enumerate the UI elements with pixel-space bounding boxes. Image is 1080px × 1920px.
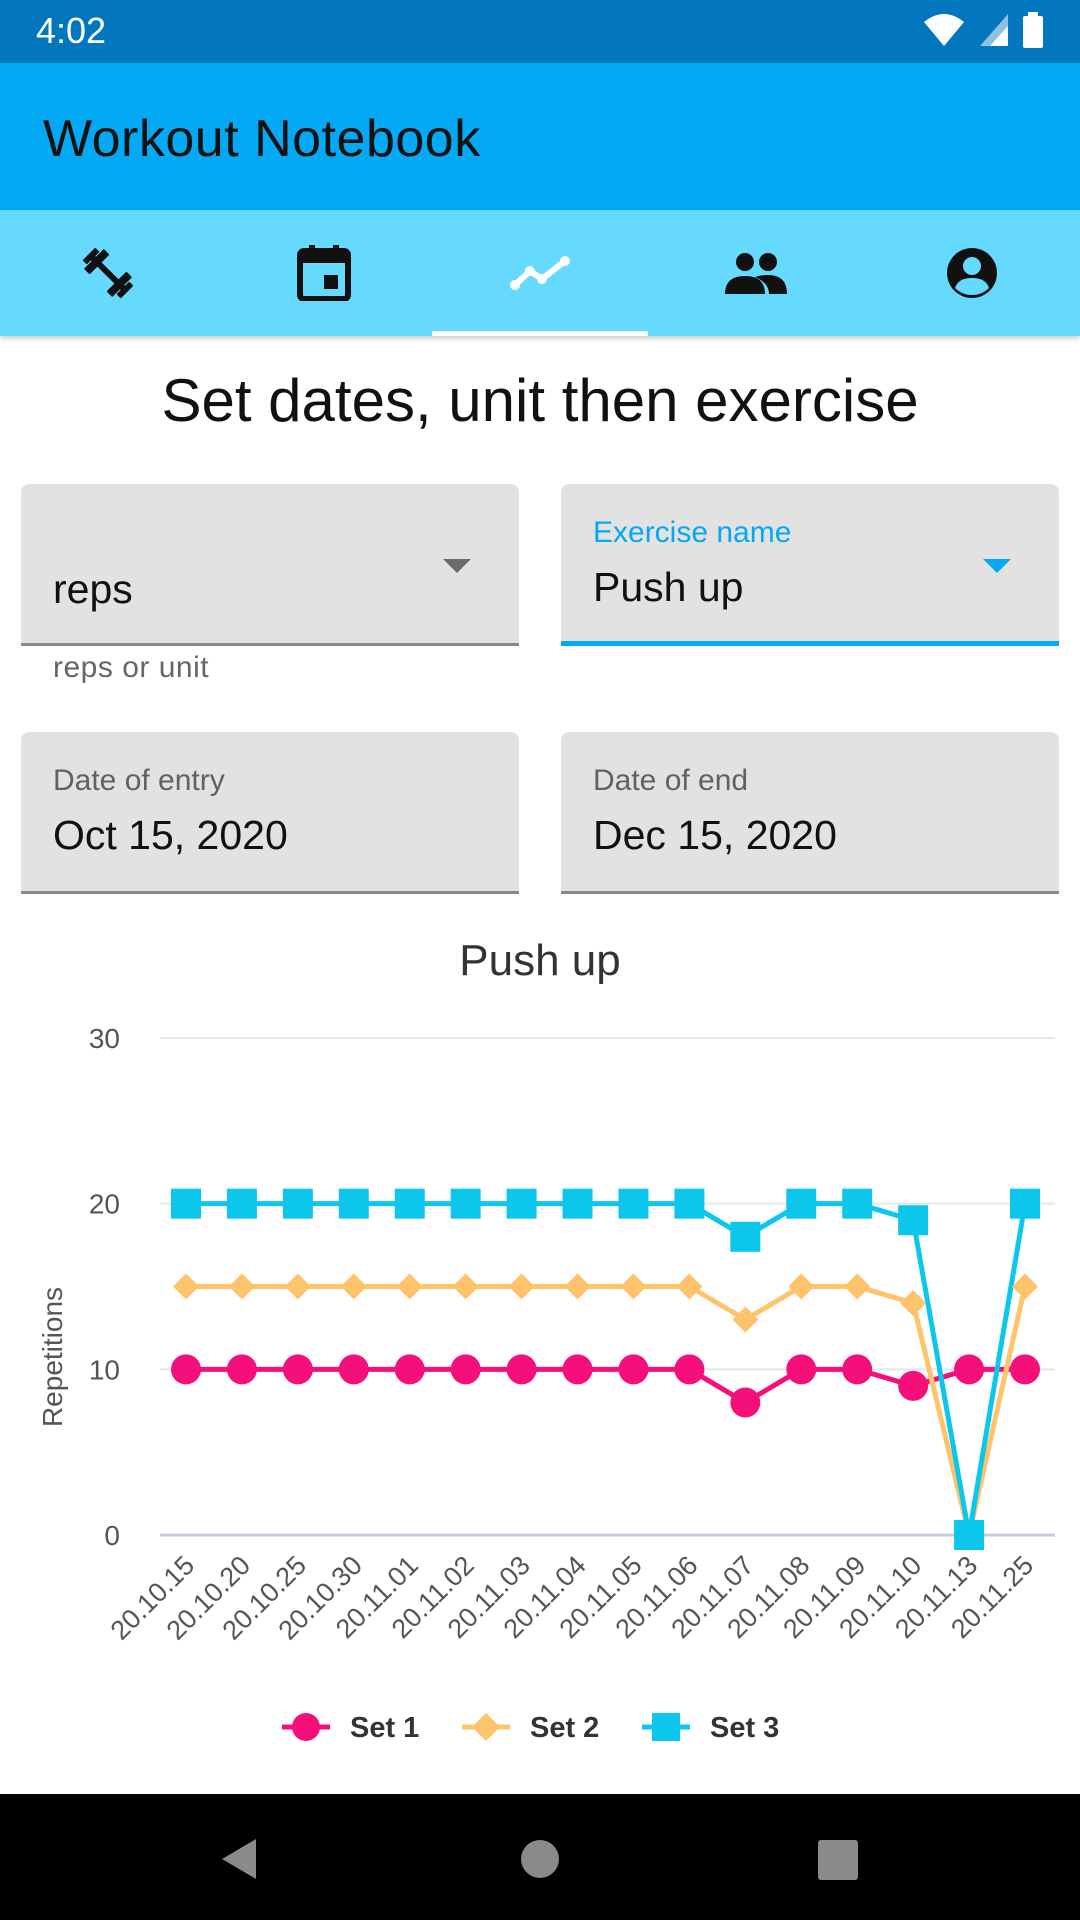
data-point-set-1 [394, 1354, 425, 1385]
data-point-set-3 [450, 1188, 481, 1219]
wifi-icon [924, 14, 964, 46]
data-point-set-1 [338, 1354, 369, 1385]
data-point-set-3 [730, 1221, 761, 1252]
legend-label-set-2: Set 2 [530, 1712, 599, 1744]
data-point-set-1 [506, 1354, 537, 1385]
people-icon [725, 253, 787, 294]
date-entry-value: Oct 15, 2020 [53, 812, 288, 858]
unit-helper-text: reps or unit [53, 651, 210, 684]
data-point-set-2 [396, 1273, 423, 1300]
trend-line-icon [510, 256, 570, 290]
data-point-set-2 [900, 1290, 927, 1317]
home-icon[interactable] [520, 1839, 560, 1879]
legend-marker-set-2 [472, 1713, 500, 1741]
data-point-set-2 [1012, 1273, 1038, 1300]
unit-value: reps [53, 566, 133, 612]
tab-calendar[interactable] [216, 210, 432, 336]
data-point-set-2 [508, 1273, 535, 1300]
exercise-value: Push up [593, 564, 744, 610]
tab-bar [0, 210, 1080, 336]
tab-profile[interactable] [864, 210, 1080, 336]
battery-icon [1023, 12, 1043, 48]
data-point-set-1 [450, 1354, 481, 1385]
data-point-set-1 [171, 1354, 201, 1385]
data-point-set-1 [282, 1354, 313, 1385]
recents-icon[interactable] [818, 1840, 858, 1880]
data-point-set-3 [786, 1188, 817, 1219]
app-bar: Workout Notebook [0, 63, 1080, 210]
status-time: 4:02 [36, 10, 107, 51]
data-point-set-2 [732, 1306, 759, 1333]
chevron-down-icon [983, 559, 1011, 573]
status-bar: 4:02 [0, 0, 1080, 63]
data-point-set-2 [452, 1273, 479, 1300]
series-line-set-2 [186, 1284, 1028, 1538]
chevron-down-icon [443, 559, 471, 573]
data-point-set-2 [788, 1273, 815, 1300]
data-point-set-3 [618, 1188, 649, 1219]
date-end-value: Dec 15, 2020 [593, 812, 837, 858]
data-point-set-3 [506, 1188, 537, 1219]
legend-marker-set-3 [652, 1713, 680, 1741]
unit-dropdown[interactable]: reps [21, 484, 519, 646]
data-point-set-1 [618, 1354, 649, 1385]
tab-exercises[interactable] [0, 210, 216, 336]
app-title: Workout Notebook [43, 110, 481, 168]
date-end-label: Date of end [593, 764, 749, 797]
data-point-set-3 [898, 1205, 929, 1236]
date-entry-label: Date of entry [53, 764, 225, 797]
data-point-set-2 [340, 1273, 367, 1300]
dumbbell-icon [82, 247, 134, 299]
y-axis-label: Repetitions [37, 1287, 68, 1427]
data-point-set-2 [844, 1273, 871, 1300]
chart-title: Push up [459, 936, 620, 985]
navigation-bar [0, 1794, 1080, 1920]
y-tick-label: 10 [89, 1354, 120, 1385]
data-point-set-3 [226, 1188, 257, 1219]
data-point-set-1 [954, 1354, 985, 1385]
data-point-set-3 [282, 1188, 313, 1219]
tab-statistics[interactable] [432, 210, 648, 336]
exercise-dropdown[interactable]: Exercise name Push up [561, 484, 1059, 646]
data-point-set-3 [171, 1188, 201, 1219]
data-point-set-2 [564, 1273, 591, 1300]
data-point-set-1 [842, 1354, 873, 1385]
legend-label-set-3: Set 3 [710, 1712, 779, 1744]
y-tick-label: 0 [104, 1520, 120, 1551]
data-point-set-1 [674, 1354, 705, 1385]
date-entry-field[interactable]: Date of entry Oct 15, 2020 [21, 732, 519, 894]
data-point-set-3 [954, 1520, 985, 1550]
y-tick-label: 30 [89, 1023, 120, 1054]
data-point-set-3 [842, 1188, 873, 1219]
data-point-set-2 [676, 1273, 703, 1300]
data-point-set-2 [284, 1273, 311, 1300]
repetitions-line-chart: Push up Repetitions 0102030 20.10.1520.1… [37, 936, 1055, 1744]
legend-marker-set-1 [292, 1713, 320, 1741]
account-circle-icon [947, 248, 997, 298]
signal-icon [980, 14, 1008, 46]
data-point-set-1 [1010, 1354, 1040, 1385]
page-heading: Set dates, unit then exercise [161, 367, 919, 434]
legend-label-set-1: Set 1 [350, 1712, 419, 1744]
data-point-set-3 [562, 1188, 593, 1219]
data-point-set-1 [898, 1370, 929, 1401]
data-point-set-1 [786, 1354, 817, 1385]
data-point-set-3 [674, 1188, 705, 1219]
status-icons [922, 12, 1044, 48]
data-point-set-1 [730, 1387, 761, 1418]
data-point-set-3 [394, 1188, 425, 1219]
data-point-set-1 [226, 1354, 257, 1385]
back-icon[interactable] [218, 1837, 258, 1881]
calendar-icon [297, 245, 351, 301]
data-point-set-2 [173, 1273, 199, 1300]
data-point-set-3 [338, 1188, 369, 1219]
tab-friends[interactable] [648, 210, 864, 336]
data-point-set-2 [228, 1273, 255, 1300]
y-tick-label: 20 [89, 1189, 120, 1220]
data-point-set-2 [620, 1273, 647, 1300]
data-point-set-1 [562, 1354, 593, 1385]
data-point-set-3 [1010, 1188, 1040, 1219]
date-end-field[interactable]: Date of end Dec 15, 2020 [561, 732, 1059, 894]
exercise-label: Exercise name [593, 516, 792, 549]
